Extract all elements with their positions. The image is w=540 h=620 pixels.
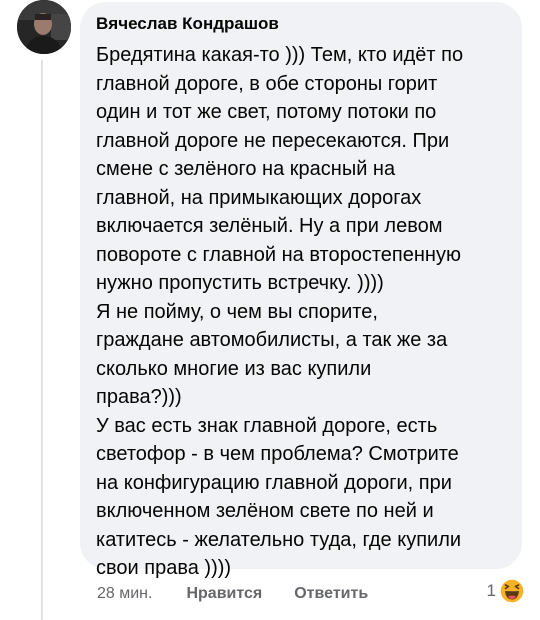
comment-body: Бредятина какая-то ))) Тем, кто идёт по … <box>96 41 508 583</box>
comment-line: права?))) <box>96 386 182 408</box>
comment-line: главной, на примыкающих дорогах <box>96 186 422 209</box>
comment-paragraph: У вас есть знак главной дороге, есть све… <box>96 412 508 583</box>
comment-line: У вас есть знак главной дороге, есть <box>96 414 438 437</box>
comment-line: светофор - в чем проблема? Смотрите <box>96 443 459 465</box>
comment-author[interactable]: Вячеслав Кондрашов <box>96 14 508 34</box>
reply-thread-line <box>41 60 43 620</box>
comment-line: на конфигурацию главной дороги, при <box>96 471 452 494</box>
comment-line: один и тот же свет, потому потоки по <box>96 101 437 123</box>
reaction-count: 1 <box>486 581 496 600</box>
avatar-photo <box>17 0 71 54</box>
reply-button[interactable]: Ответить <box>294 585 368 603</box>
comment-paragraph: Я не пойму, о чем вы спорите, граждане а… <box>96 298 508 412</box>
comment-bubble: Вячеслав Кондрашов Бредятина какая-то ))… <box>80 2 522 579</box>
haha-emoji-icon <box>499 578 525 604</box>
comment-line: включается зелёный. Ну а при левом <box>96 215 443 237</box>
comment-line: главной дороге не пересекаются. При <box>96 129 450 152</box>
comment-line: свои права )))) <box>96 557 232 579</box>
comment-line: включенном зелёном свете по ней и <box>96 500 434 522</box>
comment-actions: 28 мин. Нравится Ответить <box>97 582 400 606</box>
author-avatar[interactable] <box>17 0 71 54</box>
comment-line: Я не пойму, о чем вы спорите, <box>96 300 378 323</box>
comment-line: смене с зелёного на красный на <box>96 158 396 180</box>
comment-paragraph: Бредятина какая-то ))) Тем, кто идёт по … <box>96 41 508 298</box>
comment-line: граждане автомобилисты, а так же за <box>96 329 448 351</box>
comment-line: Бредятина какая-то ))) Тем, кто идёт по <box>96 44 464 66</box>
comment-line: катитесь - желательно туда, где купили <box>96 528 462 551</box>
like-button[interactable]: Нравится <box>186 585 262 603</box>
comment-line: главной дороге, в обе стороны горит <box>96 72 438 95</box>
comment-timestamp[interactable]: 28 мин. <box>97 585 152 603</box>
comment-line: повороте с главной на второстепенную <box>96 243 461 266</box>
comment-line: сколько многие из вас купили <box>96 357 372 380</box>
comment-line: нужно пропустить встречку. )))) <box>96 272 384 294</box>
reaction-summary[interactable]: 1 <box>487 578 525 604</box>
